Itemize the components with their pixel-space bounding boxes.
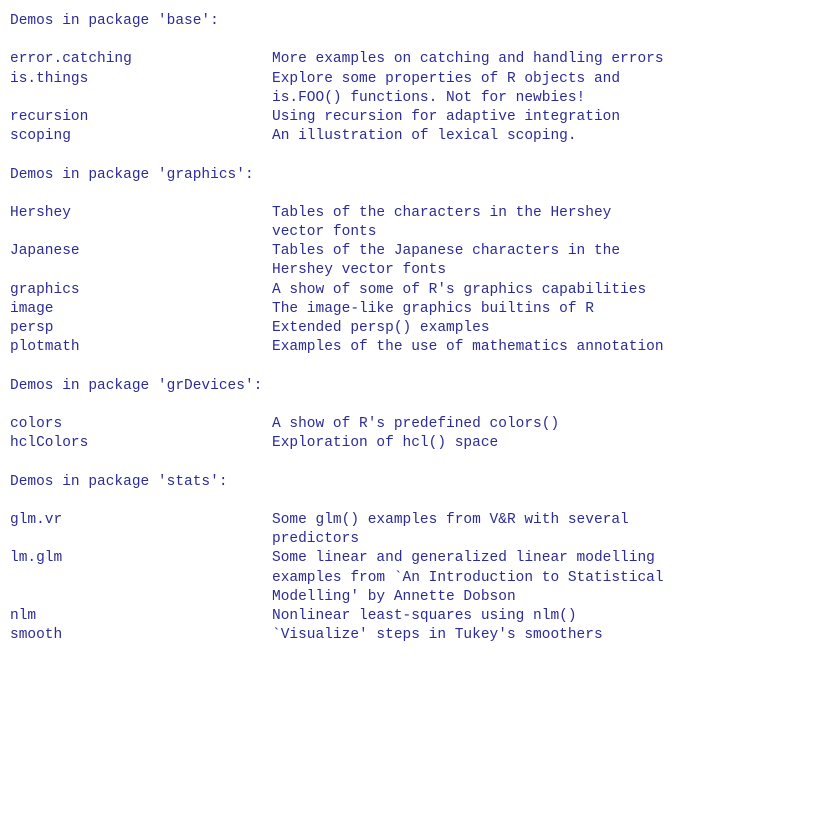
demo-description-line: Nonlinear least-squares using nlm() — [272, 607, 577, 624]
demo-description: Using recursion for adaptive integration — [272, 108, 620, 127]
demo-name: error.catching — [10, 51, 132, 68]
demo-description: Some glm() examples from V&R with severa… — [272, 511, 629, 549]
demo-name: smooth — [10, 627, 63, 644]
demo-description-line: A show of R's predefined colors() — [272, 416, 560, 433]
demo-description-line: The image-like graphics builtins of R — [272, 300, 594, 317]
demo-description-line: An illustration of lexical scoping. — [272, 128, 577, 145]
demo-description-line: A show of some of R's graphics capabilit… — [272, 281, 647, 298]
demo-description-line: Hershey vector fonts — [272, 262, 447, 279]
demo-description: A show of some of R's graphics capabilit… — [272, 281, 646, 300]
demo-description: Exploration of hcl() space — [272, 434, 498, 453]
demo-description-line: Some linear and generalized linear model… — [272, 550, 655, 567]
demo-row: persp Extended persp() examples — [10, 319, 835, 338]
package-block: Demos in package 'base': error.catching M… — [10, 12, 835, 166]
demo-name: plotmath — [10, 339, 80, 356]
demo-name: Japanese — [10, 243, 80, 260]
demo-description-line: vector fonts — [272, 224, 377, 241]
demo-description-line: `Visualize' steps in Tukey's smoothers — [272, 627, 603, 644]
demo-description: Examples of the use of mathematics annot… — [272, 338, 664, 357]
package-block: Demos in package 'grDevices': colors A sh… — [10, 377, 835, 473]
demo-description-line: More examples on catching and handling e… — [272, 51, 664, 68]
demo-description-line: examples from `An Introduction to Statis… — [272, 569, 664, 586]
demo-name: recursion — [10, 108, 89, 125]
demo-description-line: Tables of the Japanese characters in the — [272, 243, 621, 260]
package-header: Demos in package 'stats': — [10, 473, 228, 490]
demo-name: persp — [10, 320, 54, 337]
demo-row: colors A show of R's predefined colors() — [10, 415, 835, 434]
package-block: Demos in package 'graphics': Hershey Tabl… — [10, 166, 835, 377]
package-header: Demos in package 'grDevices': — [10, 377, 263, 394]
demo-description-line: Using recursion for adaptive integration — [272, 108, 621, 125]
demo-row: Hershey Tables of the characters in the H… — [10, 204, 835, 242]
demo-name: Hershey — [10, 204, 71, 221]
demo-name: is.things — [10, 70, 89, 87]
demo-name: colors — [10, 416, 63, 433]
demo-description: Extended persp() examples — [272, 319, 490, 338]
demo-description: The image-like graphics builtins of R — [272, 300, 594, 319]
demo-row: recursion Using recursion for adaptive in… — [10, 108, 835, 127]
demo-description-line: Tables of the characters in the Hershey — [272, 204, 612, 221]
demo-row: lm.glm Some linear and generalized linear… — [10, 549, 835, 607]
demo-description: Tables of the characters in the Hershey v… — [272, 204, 611, 242]
demo-description-line: Extended persp() examples — [272, 320, 490, 337]
demo-name: graphics — [10, 281, 80, 298]
demo-description-line: Some glm() examples from V&R with severa… — [272, 512, 629, 529]
demo-description-line: Examples of the use of mathematics annot… — [272, 339, 664, 356]
demo-description-line: predictors — [272, 531, 360, 548]
demo-row: Japanese Tables of the Japanese character… — [10, 242, 835, 280]
demo-description-line: Modelling' by Annette Dobson — [272, 588, 516, 605]
demo-row: plotmath Examples of the use of mathemati… — [10, 338, 835, 357]
demo-name: lm.glm — [10, 550, 63, 567]
demo-row: smooth `Visualize' steps in Tukey's smoot… — [10, 626, 835, 645]
demo-row: image The image-like graphics builtins of… — [10, 300, 835, 319]
demo-description-line: Explore some properties of R objects and — [272, 70, 621, 87]
demo-name: glm.vr — [10, 512, 63, 529]
demo-description-line: Exploration of hcl() space — [272, 435, 499, 452]
demo-description: More examples on catching and handling e… — [272, 50, 664, 69]
demo-name: scoping — [10, 128, 71, 145]
demo-description: Nonlinear least-squares using nlm() — [272, 607, 577, 626]
demo-description: Some linear and generalized linear model… — [272, 549, 664, 607]
demo-description: Tables of the Japanese characters in the… — [272, 242, 620, 280]
demo-name: hclColors — [10, 435, 89, 452]
package-header: Demos in package 'base': — [10, 13, 219, 29]
demo-row: scoping An illustration of lexical scopin… — [10, 127, 835, 146]
demo-listing-terminal: Demos in package 'base': error.catching M… — [0, 0, 835, 822]
demo-row: graphics A show of some of R's graphics c… — [10, 281, 835, 300]
demo-row: hclColors Exploration of hcl() space — [10, 434, 835, 453]
demo-row: is.things Explore some properties of R ob… — [10, 70, 835, 108]
package-block: Demos in package 'stats': glm.vr Some glm… — [10, 473, 835, 665]
demo-row: glm.vr Some glm() examples from V&R with … — [10, 511, 835, 549]
demo-row: error.catching More examples on catching … — [10, 50, 835, 69]
demo-description: Explore some properties of R objects and… — [272, 70, 620, 108]
demo-description-line: is.FOO() functions. Not for newbies! — [272, 89, 586, 106]
demo-row: nlm Nonlinear least-squares using nlm() — [10, 607, 835, 626]
demo-description: A show of R's predefined colors() — [272, 415, 559, 434]
demo-description: An illustration of lexical scoping. — [272, 127, 577, 146]
demo-description: `Visualize' steps in Tukey's smoothers — [272, 626, 603, 645]
package-header: Demos in package 'graphics': — [10, 166, 254, 183]
demo-name: image — [10, 300, 54, 317]
demo-name: nlm — [10, 607, 37, 624]
demo-listing-content: Demos in package 'base': error.catching M… — [10, 12, 835, 665]
